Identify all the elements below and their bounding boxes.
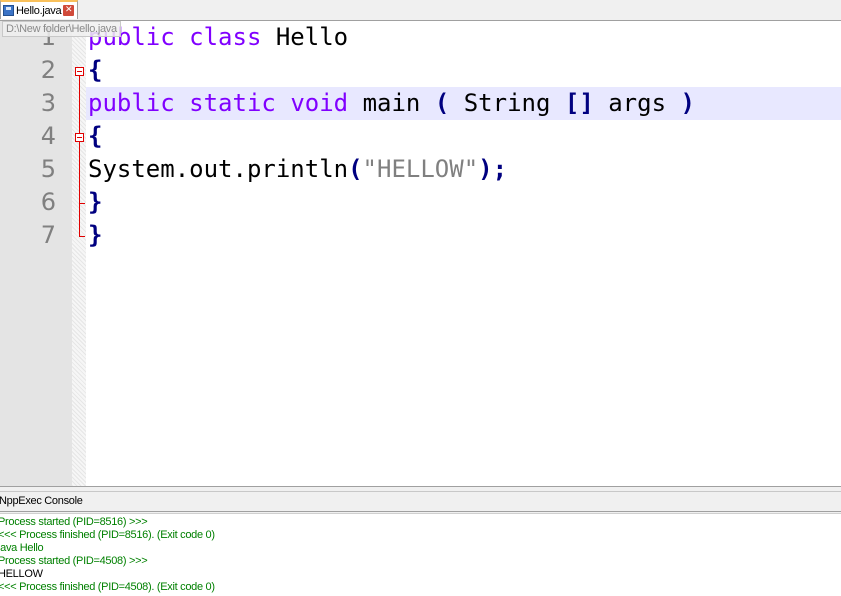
keyword: void (290, 89, 349, 117)
console-line: <<< Process finished (PID=4508). (Exit c… (0, 581, 215, 593)
line-number-gutter: 1 2 3 4 5 6 7 (0, 21, 72, 486)
fold-end-marker (79, 203, 85, 204)
code-line-6[interactable]: } (88, 186, 102, 219)
line-number: 7 (40, 221, 56, 249)
identifier: args (608, 89, 667, 117)
keyword: static (189, 89, 276, 117)
console-header: NppExec Console (0, 492, 841, 512)
console-title: NppExec Console (0, 495, 83, 507)
brace: } (88, 188, 103, 216)
keyword: public (88, 89, 175, 117)
string-literal: "HELLOW" (362, 155, 479, 183)
identifier: System.out.println (88, 155, 349, 183)
line-number: 6 (40, 188, 56, 216)
identifier: String (463, 89, 551, 117)
tab-bar: Hello.java ✕ (0, 0, 841, 21)
tab-label: Hello.java (16, 4, 62, 17)
line-number: 3 (40, 89, 56, 117)
fold-end-marker (79, 236, 85, 237)
brace: { (88, 56, 103, 84)
operator: ( (434, 89, 450, 117)
code-line-7[interactable]: } (88, 219, 102, 252)
operator: ( (348, 155, 363, 183)
operator: ) (478, 155, 493, 183)
code-line-3[interactable]: public static void main ( String [] args… (88, 87, 695, 120)
tab-hello-java[interactable]: Hello.java ✕ (0, 0, 79, 19)
code-line-4[interactable]: { (88, 120, 102, 153)
fold-line (79, 142, 80, 237)
code-line-1[interactable]: public class Hello (88, 21, 348, 54)
line-number: 2 (40, 56, 56, 84)
code-editor[interactable]: 1 2 3 4 5 6 7 public class Hello { publi… (0, 21, 841, 486)
console-line: <<< Process finished (PID=8516). (Exit c… (0, 529, 215, 541)
saved-file-icon (3, 5, 14, 16)
console-output[interactable]: Process started (PID=8516) >>> <<< Proce… (0, 513, 841, 596)
code-line-2[interactable]: { (88, 54, 102, 87)
operator: ; (492, 155, 508, 183)
line-number: 5 (40, 155, 56, 183)
brace: { (88, 122, 103, 150)
identifier: main (362, 89, 421, 117)
operator: [] (564, 89, 594, 117)
console-line: java Hello (0, 542, 44, 554)
file-path-tooltip: D:\New folder\Hello.java (2, 21, 121, 37)
operator: ) (680, 89, 695, 117)
code-line-5[interactable]: System.out.println("HELLOW"); (88, 153, 507, 186)
console-line: Process started (PID=8516) >>> (0, 516, 148, 528)
identifier: Hello (275, 23, 349, 51)
console-line: HELLOW (0, 568, 43, 580)
close-tab-icon[interactable]: ✕ (63, 5, 75, 16)
fold-toggle-icon[interactable] (75, 67, 84, 76)
brace: } (88, 221, 103, 249)
keyword: class (189, 23, 262, 51)
console-line: Process started (PID=4508) >>> (0, 555, 148, 567)
fold-line (79, 76, 80, 138)
fold-toggle-icon[interactable] (75, 133, 84, 142)
line-number: 4 (40, 122, 56, 150)
